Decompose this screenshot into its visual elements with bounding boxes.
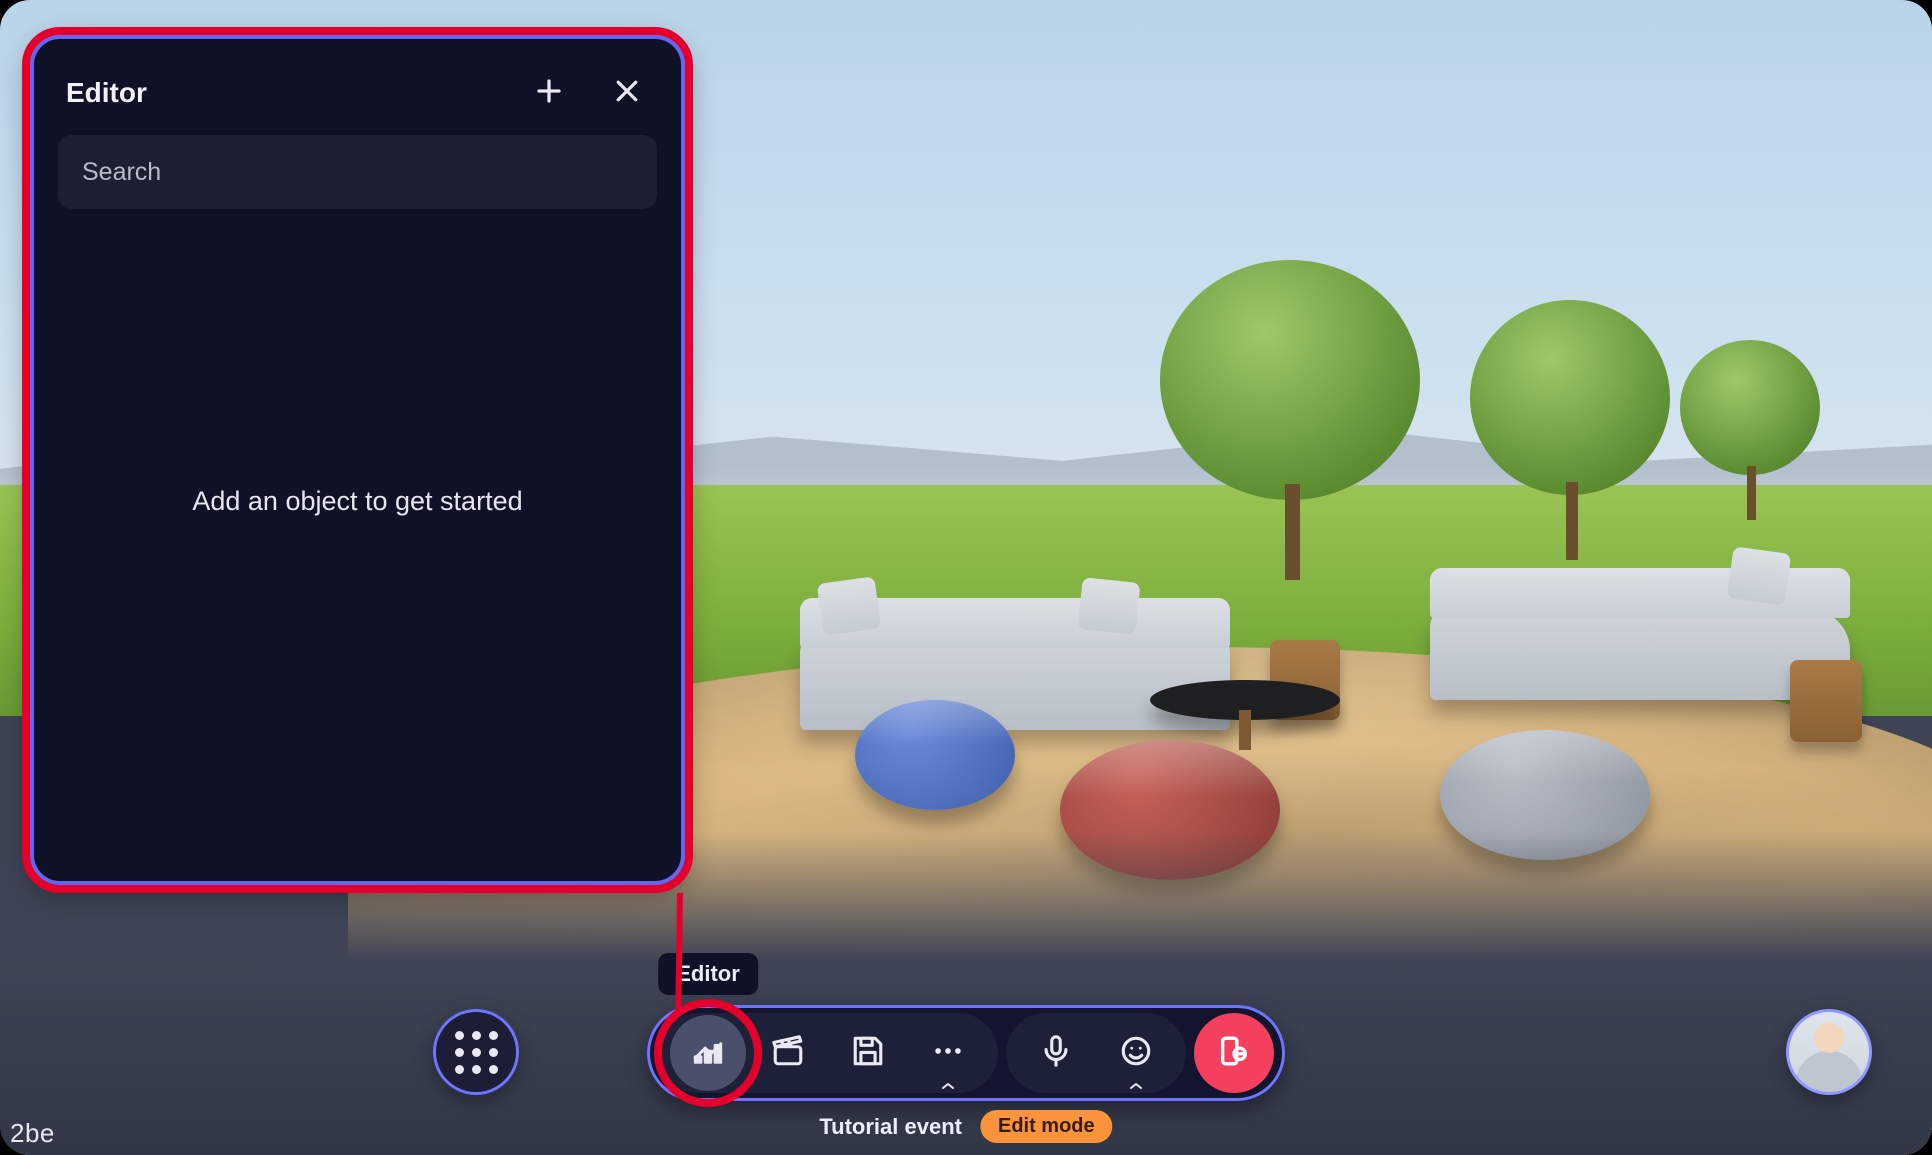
- save-icon: [851, 1034, 885, 1073]
- chevron-up-icon: [1129, 1077, 1143, 1085]
- editor-icon: [691, 1034, 725, 1073]
- editor-title: Editor: [66, 77, 147, 109]
- mic-icon: [1039, 1034, 1073, 1073]
- status-bar: Tutorial event Edit mode: [819, 1110, 1112, 1143]
- mode-badge: Edit mode: [980, 1110, 1113, 1143]
- editor-empty-message: Add an object to get started: [192, 486, 522, 517]
- plus-icon: [534, 76, 564, 111]
- scene-side-table: [1790, 660, 1862, 742]
- mic-button[interactable]: [1018, 1015, 1094, 1091]
- event-name: Tutorial event: [819, 1114, 962, 1140]
- editor-body: Add an object to get started: [58, 209, 657, 853]
- toolbar-group-edit: [658, 1013, 998, 1093]
- toolbar-group-social: [1006, 1013, 1186, 1093]
- apps-menu-button[interactable]: [433, 1009, 519, 1095]
- close-icon: [612, 76, 642, 111]
- scene-couch: [1430, 610, 1850, 700]
- emoji-icon: [1119, 1034, 1153, 1073]
- scene-pouf-blue: [855, 700, 1015, 810]
- more-icon: [931, 1034, 965, 1073]
- scene-tree: [1160, 260, 1420, 580]
- scene-tree: [1680, 340, 1820, 520]
- reactions-button[interactable]: [1098, 1015, 1174, 1091]
- avatar-button[interactable]: [1786, 1009, 1872, 1095]
- more-button[interactable]: [910, 1015, 986, 1091]
- footer-left-text: 2be: [10, 1118, 55, 1149]
- search-input-wrapper[interactable]: [58, 135, 657, 209]
- scene-tree: [1470, 300, 1670, 560]
- close-button[interactable]: [605, 71, 649, 115]
- add-button[interactable]: [527, 71, 571, 115]
- grid-icon: [455, 1031, 498, 1074]
- editor-panel: Editor Add an object to get started: [30, 35, 685, 885]
- scene-couch: [800, 640, 1230, 730]
- leave-button[interactable]: [1194, 1013, 1274, 1093]
- chevron-up-icon: [941, 1077, 955, 1085]
- save-button[interactable]: [830, 1015, 906, 1091]
- editor-header: Editor: [58, 67, 657, 135]
- scene-coffee-table: [1150, 680, 1340, 720]
- app-frame: Editor Add an object to get started: [0, 0, 1932, 1155]
- exit-icon: [1217, 1034, 1251, 1073]
- bottom-toolbar: [647, 1005, 1285, 1101]
- editor-header-actions: [527, 71, 649, 115]
- editor-tooltip: Editor: [658, 953, 758, 995]
- search-input[interactable]: [82, 158, 633, 187]
- scenes-button[interactable]: [750, 1015, 826, 1091]
- editor-button[interactable]: [670, 1015, 746, 1091]
- clapper-icon: [771, 1034, 805, 1073]
